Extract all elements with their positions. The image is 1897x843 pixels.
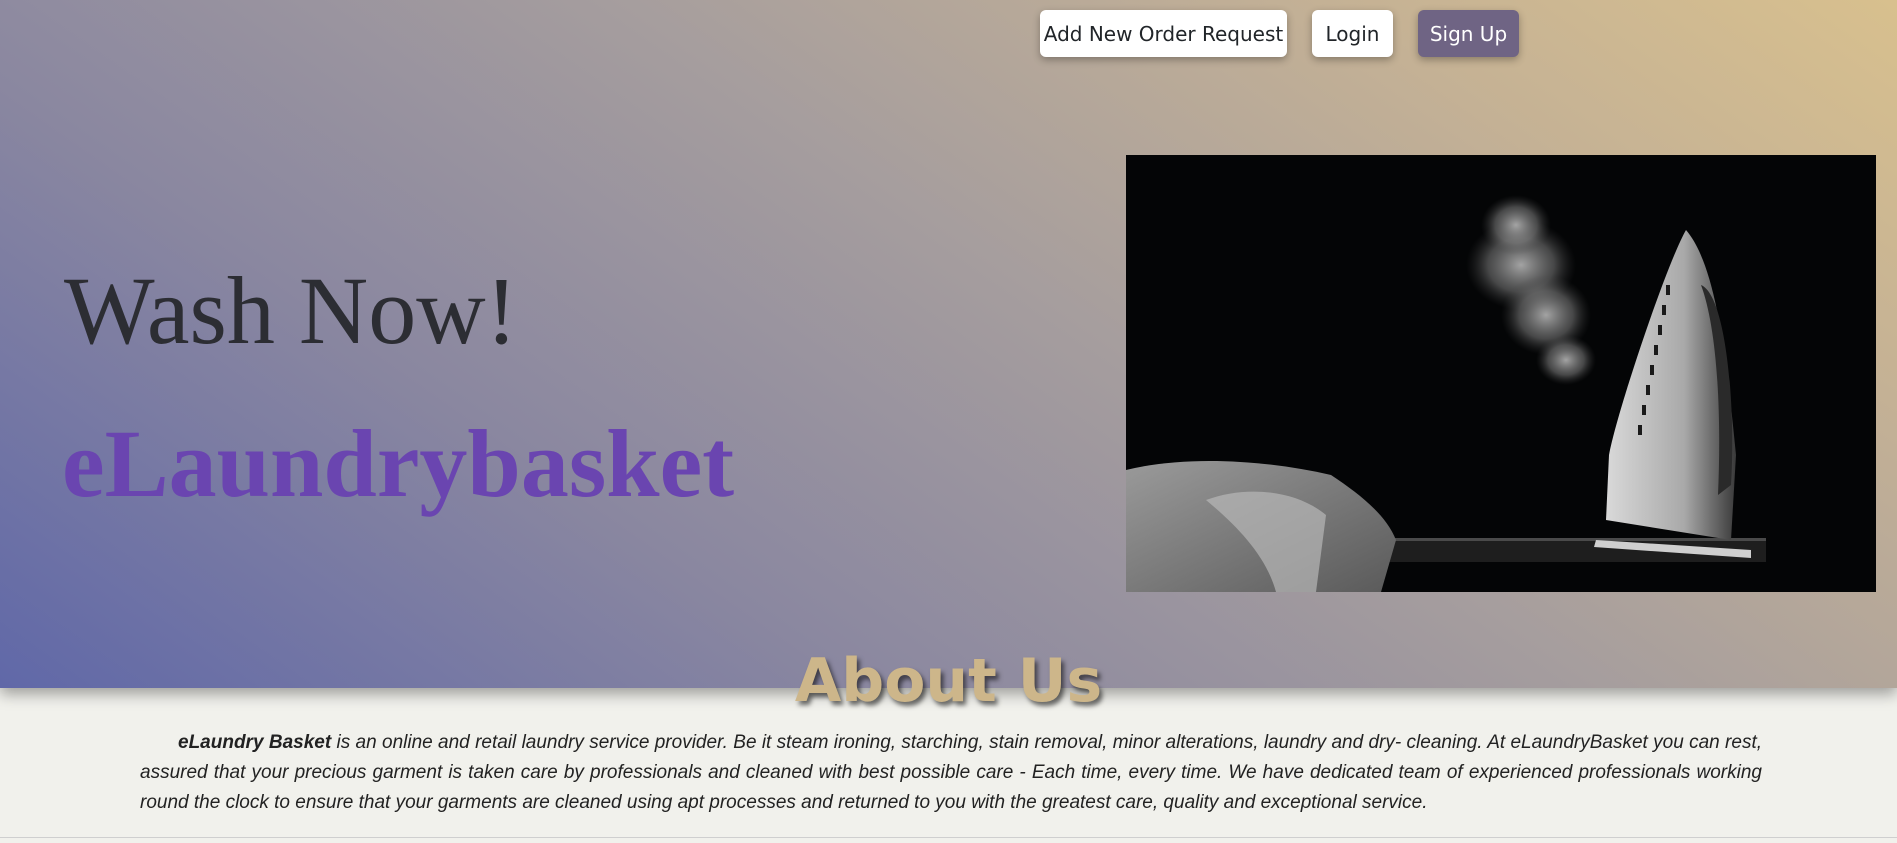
about-title: About Us	[794, 646, 1103, 716]
login-button[interactable]: Login	[1312, 10, 1393, 57]
steam-iron-photo	[1126, 155, 1876, 592]
steam-iron-icon	[1126, 195, 1766, 592]
about-brand-name: eLaundry Basket	[178, 732, 332, 753]
signup-button[interactable]: Sign Up	[1418, 10, 1519, 57]
add-order-button[interactable]: Add New Order Request	[1040, 10, 1287, 57]
about-body: is an online and retail laundry service …	[140, 732, 1762, 813]
hero-headline: Wash Now!	[64, 257, 518, 364]
divider	[0, 837, 1897, 838]
hero-section: Add New Order Request Login Sign Up Wash…	[0, 0, 1897, 688]
about-paragraph: eLaundry Basket is an online and retail …	[140, 728, 1762, 818]
brand-name: eLaundrybasket	[62, 410, 735, 517]
